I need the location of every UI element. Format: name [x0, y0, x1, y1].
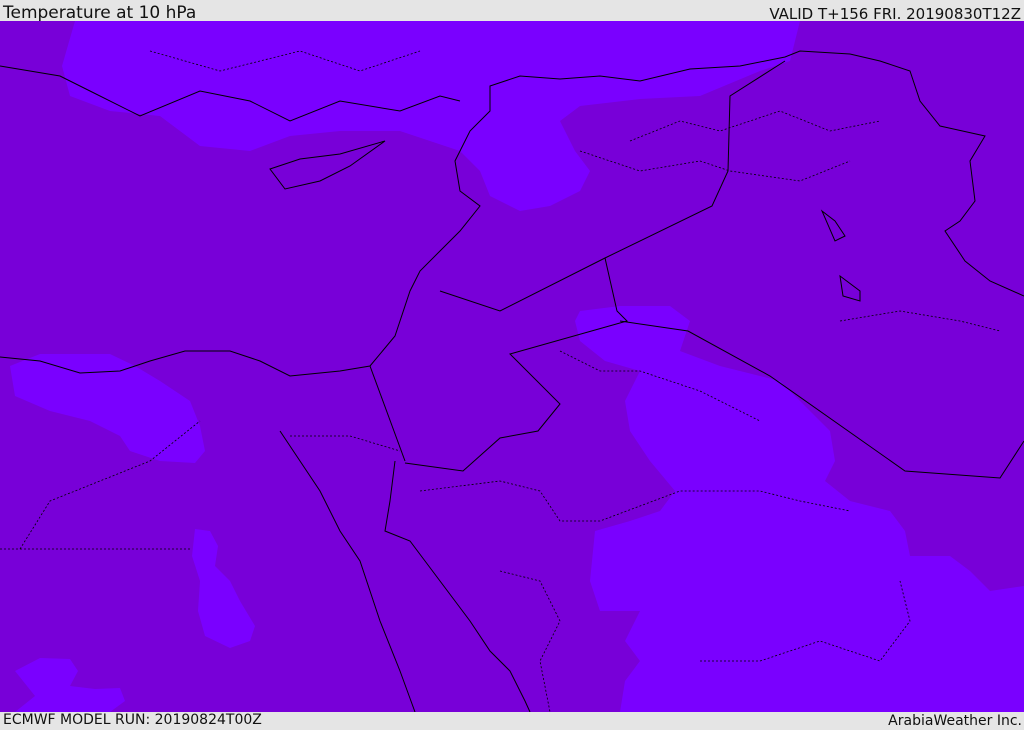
model-run: ECMWF MODEL RUN: 20190824T00Z	[3, 712, 262, 728]
footer-bar: ECMWF MODEL RUN: 20190824T00Z ArabiaWeat…	[0, 712, 1024, 729]
temperature-map	[0, 21, 1024, 712]
map-title: Temperature at 10 hPa	[3, 3, 197, 23]
header-bar: Temperature at 10 hPa VALID T+156 FRI. 2…	[0, 0, 1024, 23]
brand-label: ArabiaWeather Inc.	[888, 713, 1022, 729]
